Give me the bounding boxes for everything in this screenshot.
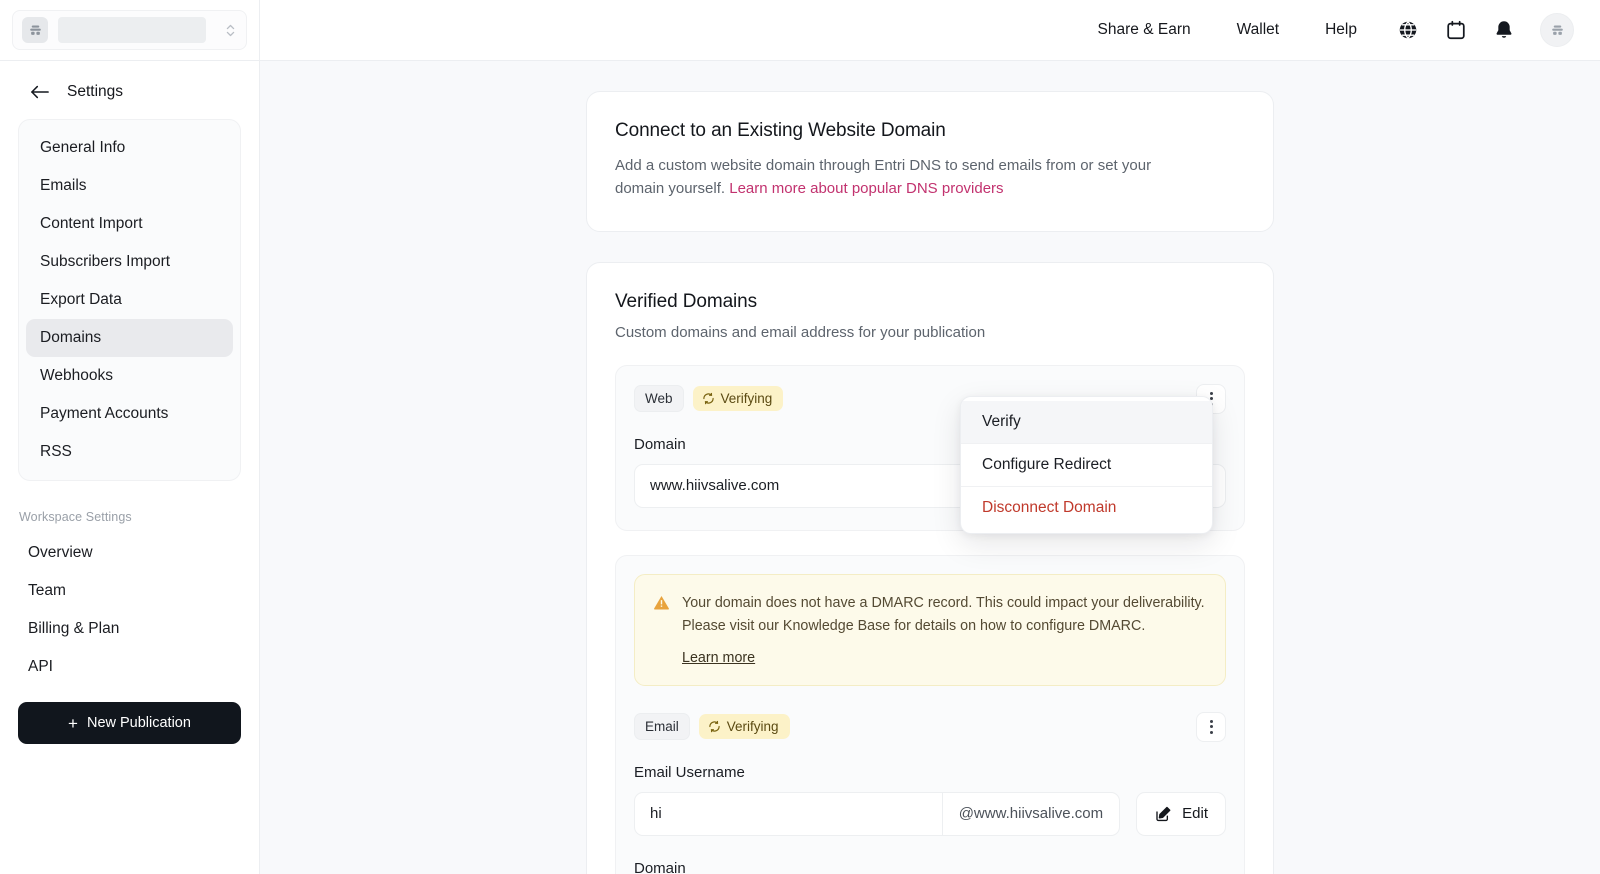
web-type-chip: Web [634,385,684,412]
publication-switcher[interactable] [12,10,247,50]
dmarc-warning-line-2: Please visit our Knowledge Base for deta… [682,617,1146,634]
email-domain-more-button[interactable] [1196,711,1226,742]
menu-item-configure-redirect[interactable]: Configure Redirect [961,444,1212,486]
refresh-icon [708,720,721,733]
sidebar-item-webhooks[interactable]: Webhooks [26,357,233,395]
sidebar-item-emails[interactable]: Emails [26,167,233,205]
calendar-icon[interactable] [1436,10,1476,50]
arrow-left-icon [29,83,51,101]
edit-email-username-button[interactable]: Edit [1136,791,1226,836]
dmarc-warning-box: Your domain does not have a DMARC record… [634,573,1226,686]
dmarc-warning-line-1: Your domain does not have a DMARC record… [682,594,1205,611]
workspace-settings-label: Workspace Settings [19,510,132,524]
domain-context-menu: Verify Configure Redirect Disconnect Dom… [960,396,1213,534]
new-publication-button[interactable]: + New Publication [18,702,241,744]
dmarc-warning-text: Your domain does not have a DMARC record… [682,592,1205,638]
sidebar-item-domains[interactable]: Domains [26,319,233,357]
email-type-chip: Email [634,713,690,741]
new-publication-container: + New Publication [0,686,259,744]
top-link-share-earn[interactable]: Share & Earn [1075,21,1214,39]
sidebar-item-export-data[interactable]: Export Data [26,281,233,319]
top-link-wallet[interactable]: Wallet [1214,21,1303,39]
sidebar-item-rss[interactable]: RSS [26,433,233,471]
bell-icon[interactable] [1484,10,1524,50]
settings-back-link[interactable]: Settings [0,61,259,119]
sidebar: Settings General Info Emails Content Imp… [0,0,260,874]
connect-card-desc-line-2: domain yourself. [615,180,730,198]
edit-button-label: Edit [1182,805,1208,823]
refresh-icon [702,392,715,405]
more-vertical-icon-dot [1209,391,1213,395]
sidebar-item-payment-accounts[interactable]: Payment Accounts [26,395,233,433]
dns-providers-link[interactable]: Learn more about popular DNS providers [729,180,1003,197]
more-vertical-icon-dot [1209,725,1213,729]
connect-card-title: Connect to an Existing Website Domain [615,120,946,141]
connect-card-description: Add a custom website domain through Entr… [615,154,1245,201]
email-username-field-row: hi @www.hiivsalive.com Edit [634,791,1226,836]
chevron-up-down-icon [224,22,237,39]
settings-back-label: Settings [67,83,124,100]
verified-domains-subtitle: Custom domains and email address for you… [615,323,986,341]
email-next-field-label: Domain [634,859,686,874]
web-status-badge: Verifying [692,386,784,411]
pencil-square-icon [1154,805,1172,823]
top-navigation-bar: Share & Earn Wallet Help [260,0,1600,61]
top-link-help[interactable]: Help [1302,21,1380,39]
plus-icon: + [68,713,78,733]
user-avatar[interactable] [1540,13,1574,47]
email-status-badge: Verifying [698,714,790,740]
globe-icon[interactable] [1388,10,1428,50]
publication-switcher-container [0,0,259,61]
beehiiv-logo-icon [22,17,48,43]
email-domain-block-header: Email Verifying [634,711,1226,742]
email-status-label: Verifying [726,719,779,735]
sidebar-item-content-import[interactable]: Content Import [26,205,233,243]
sidebar-item-api[interactable]: API [18,648,241,686]
more-vertical-icon-dot [1209,719,1213,723]
sidebar-item-general-info[interactable]: General Info [26,129,233,167]
menu-item-verify[interactable]: Verify [961,401,1212,443]
dmarc-learn-more-link[interactable]: Learn more [682,650,755,666]
web-status-label: Verifying [720,391,773,406]
sidebar-item-overview[interactable]: Overview [18,534,241,572]
main-area: Share & Earn Wallet Help Connect to an E… [260,0,1600,874]
email-domain-suffix: @www.hiivsalive.com [941,792,1119,835]
email-domain-block: Your domain does not have a DMARC record… [615,554,1245,874]
connect-existing-domain-card: Connect to an Existing Website Domain Ad… [586,91,1274,232]
settings-nav-list: General Info Emails Content Import Subsc… [18,119,241,481]
connect-card-desc-line-1: Add a custom website domain through Entr… [615,157,1152,174]
beehiiv-logo-icon [1550,23,1565,38]
workspace-nav-list: Overview Team Billing & Plan API [0,534,259,686]
menu-item-disconnect-domain[interactable]: Disconnect Domain [961,487,1212,529]
warning-triangle-icon [653,592,670,667]
settings-content-scroll[interactable]: Learn more Connect to an Existing Websit… [260,61,1600,874]
app-root: Settings General Info Emails Content Imp… [0,0,1600,874]
publication-name-skeleton [58,17,206,43]
email-username-input-group: hi @www.hiivsalive.com [634,791,1121,836]
more-vertical-icon-dot [1209,730,1213,734]
email-username-field-label: Email Username [634,763,745,781]
verified-domains-card: Verified Domains Custom domains and emai… [586,261,1274,874]
email-username-input[interactable]: hi [635,793,942,835]
sidebar-item-team[interactable]: Team [18,572,241,610]
sidebar-item-billing-plan[interactable]: Billing & Plan [18,610,241,648]
verified-domains-title: Verified Domains [615,290,758,312]
sidebar-item-subscribers-import[interactable]: Subscribers Import [26,243,233,281]
new-publication-label: New Publication [86,715,191,731]
